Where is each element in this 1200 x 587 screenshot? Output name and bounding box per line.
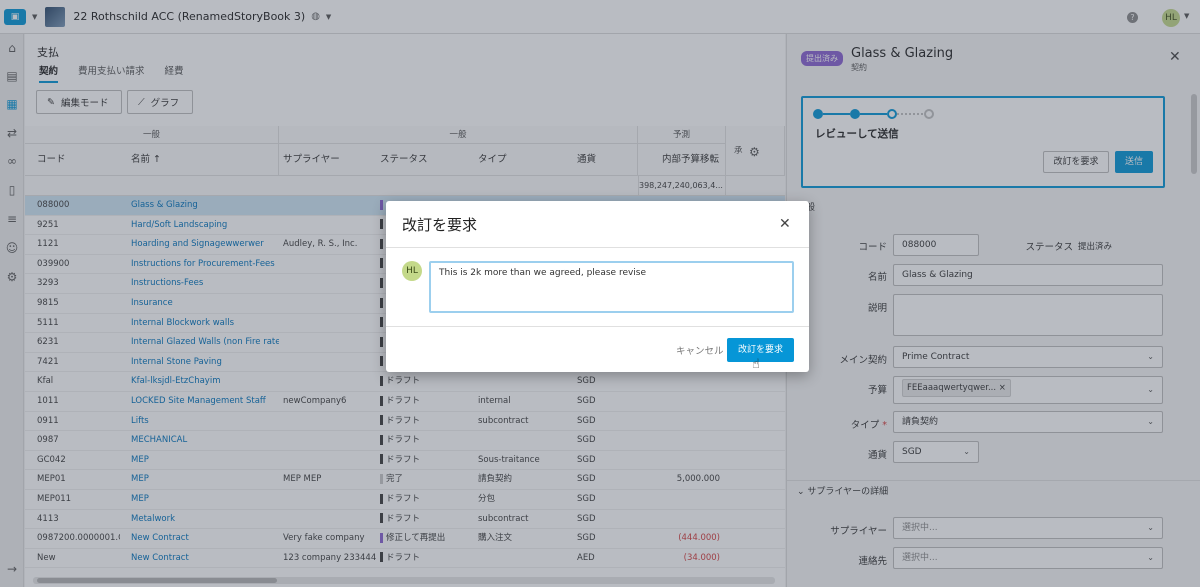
comment-textarea[interactable]: This is 2k more than we agreed, please r… — [429, 261, 794, 313]
dialog-title: 改訂を要求 — [402, 216, 478, 234]
cancel-button[interactable]: キャンセル — [676, 343, 724, 357]
close-icon[interactable]: ✕ — [779, 216, 791, 232]
submit-request-revision-button[interactable]: 改訂を要求 — [727, 338, 794, 362]
dialog-divider-top — [386, 247, 809, 248]
hand-cursor-icon: ☝ — [752, 357, 760, 372]
avatar: HL — [402, 261, 422, 281]
request-revision-dialog: 改訂を要求 ✕ HL This is 2k more than we agree… — [386, 201, 809, 372]
dialog-divider-bottom — [386, 326, 809, 327]
